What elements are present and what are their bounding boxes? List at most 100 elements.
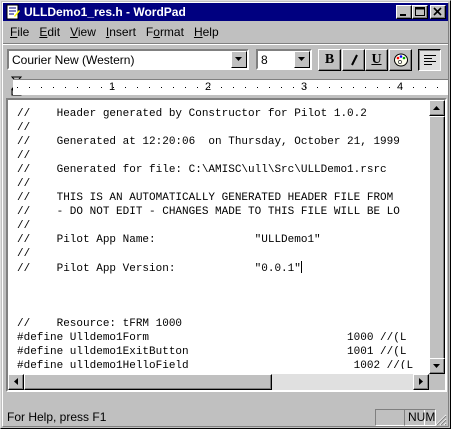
menu-help-accel: H [193,24,203,39]
italic-icon [350,54,358,66]
color-button[interactable] [389,49,412,71]
ruler-dot [353,87,354,88]
chevron-down-icon [235,57,242,61]
minimize-button[interactable] [396,5,412,19]
resize-grip-icon[interactable] [435,414,447,426]
ruler-dot [53,87,54,88]
ruler-dot [29,87,30,88]
scroll-down-button[interactable] [429,358,445,374]
document-line[interactable] [17,303,431,317]
document-area[interactable]: // Header generated by Constructor for P… [6,98,447,392]
ruler-dot [209,87,210,88]
scroll-up-button[interactable] [429,100,445,116]
ruler-dot [257,87,258,88]
scrollbar-corner [429,374,445,390]
ruler-dot [401,87,402,88]
status-bar: For Help, press F1 NUM [3,407,448,427]
document-line[interactable]: // Pilot App Name: "ULLDemo1" [17,233,431,247]
document-line[interactable] [17,275,431,289]
document-line[interactable]: // THIS IS AN AUTOMATICALLY GENERATED HE… [17,191,431,205]
document-line[interactable]: #define Ulldemo1Form 1000 //(L [17,331,431,345]
ruler-dot [233,87,234,88]
ruler-dot [101,87,102,88]
window-title: ULLDemo1_res.h - WordPad [24,5,186,19]
menu-help[interactable]: Help [189,25,224,39]
document-line[interactable]: // Generated for file: C:\AMISC\ull\Src\… [17,163,431,177]
ruler-dot [341,87,342,88]
ruler-dot [377,87,378,88]
title-bar[interactable]: ULLDemo1_res.h - WordPad [3,3,448,21]
document-line[interactable]: // - DO NOT EDIT - CHANGES MADE TO THIS … [17,205,431,219]
ruler-dot [173,87,174,88]
menu-view[interactable]: View [65,25,101,39]
close-icon [433,7,442,16]
ruler-dot [281,87,282,88]
document-line[interactable]: // Generated at 12:20:06 on Thursday, Oc… [17,135,431,149]
color-palette-icon [393,53,408,67]
title-buttons [396,5,446,19]
num-lock-indicator: NUM [404,409,436,426]
menu-insert[interactable]: Insert [101,25,141,39]
ruler-dot [317,87,318,88]
ruler-dot [269,87,270,88]
ruler-dot [365,87,366,88]
vertical-scrollbar[interactable] [429,100,445,374]
bold-button[interactable]: B [318,49,341,71]
menu-edit-label: dit [47,24,61,39]
ruler-dot [437,87,438,88]
ruler-dot [185,87,186,88]
close-button[interactable] [430,5,446,19]
underline-button[interactable]: U [365,49,388,71]
status-help-text: For Help, press F1 [7,410,107,424]
ruler-dot [17,87,18,88]
text-caret [300,261,302,273]
ruler-dot [65,87,66,88]
scroll-right-button[interactable] [413,374,429,390]
document-line[interactable]: #define ulldemo1HelloField 1002 //(L [17,359,431,369]
menu-format-accel: o [153,24,160,39]
menu-format[interactable]: Format [141,25,189,39]
document-line[interactable]: // [17,219,431,233]
menu-bar: File Edit View Insert Format Help [3,22,448,41]
document-line[interactable]: // [17,247,431,261]
maximize-icon [415,7,425,16]
ruler-dot [125,87,126,88]
font-size-select[interactable]: 8 [256,49,312,70]
document-line[interactable]: // Header generated by Constructor for P… [17,107,431,121]
align-left-icon [423,55,436,65]
ruler[interactable]: 1 2 3 4 [3,76,448,98]
font-name-dropdown-button[interactable] [231,51,247,68]
italic-button[interactable] [342,49,365,71]
document-text[interactable]: // Header generated by Constructor for P… [17,107,431,369]
ruler-dot [197,87,198,88]
scroll-left-button[interactable] [8,374,24,390]
document-line[interactable]: // [17,149,431,163]
font-size-dropdown-button[interactable] [294,51,310,68]
maximize-button[interactable] [412,5,428,19]
document-line[interactable]: // [17,121,431,135]
vertical-scroll-thumb[interactable] [429,116,445,364]
align-left-button[interactable] [418,49,441,71]
document-line[interactable]: // Resource: tFRM 1000 [17,317,431,331]
document-line[interactable] [17,289,431,303]
ruler-dot [329,87,330,88]
arrow-right-icon [418,378,423,385]
menu-file[interactable]: File [5,25,34,39]
wordpad-app-icon[interactable] [5,4,21,20]
menu-help-label: elp [202,24,219,39]
menu-file-label: ile [17,24,30,39]
chevron-down-icon [298,57,305,61]
font-name-select[interactable]: Courier New (Western) [7,49,249,70]
ruler-dot [77,87,78,88]
document-line[interactable]: // Pilot App Version: "0.0.1" [17,261,431,275]
horizontal-scroll-thumb[interactable] [24,374,272,390]
arrow-up-icon [433,105,440,110]
ruler-dot [221,87,222,88]
document-line[interactable]: #define ulldemo1ExitButton 1001 //(L [17,345,431,359]
menu-edit[interactable]: Edit [34,25,65,39]
arrow-left-icon [13,378,18,385]
document-line[interactable]: // [17,177,431,191]
ruler-dot [305,87,306,88]
arrow-down-icon [433,363,440,368]
horizontal-scrollbar[interactable] [8,374,429,390]
